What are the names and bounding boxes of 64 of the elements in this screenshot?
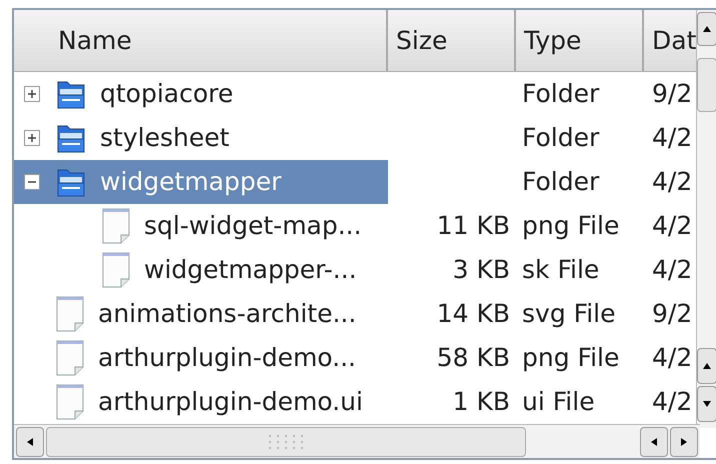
column-header[interactable]: Type bbox=[516, 10, 644, 72]
scroll-up-button[interactable] bbox=[697, 348, 716, 384]
file-name: arthurplugin-demo.ui bbox=[98, 386, 363, 418]
file-type: Folder bbox=[522, 122, 600, 154]
file-name: sql-widget-map... bbox=[144, 210, 362, 242]
modified-date: 4/2 bbox=[652, 122, 692, 154]
scroll-up-button[interactable] bbox=[697, 12, 716, 46]
document-icon bbox=[56, 384, 84, 420]
file-type: Folder bbox=[522, 166, 600, 198]
file-name: arthurplugin-demo... bbox=[98, 342, 356, 374]
file-type: png File bbox=[522, 210, 620, 242]
scroll-right-button[interactable] bbox=[670, 426, 698, 456]
grip-icon bbox=[266, 432, 306, 450]
modified-date: 4/2 bbox=[652, 210, 692, 242]
scrollbar-handle[interactable] bbox=[697, 58, 716, 112]
right-arrow-icon bbox=[680, 436, 688, 446]
file-name: animations-archite... bbox=[98, 298, 356, 330]
file-name: widgetmapper bbox=[100, 166, 282, 198]
tree-item[interactable]: widgetmapper-... bbox=[14, 248, 388, 292]
file-size: 14 KB bbox=[436, 298, 510, 330]
document-icon bbox=[102, 252, 130, 288]
document-icon bbox=[56, 340, 84, 376]
tree-item[interactable]: sql-widget-map... bbox=[14, 204, 388, 248]
column-header[interactable]: Name bbox=[14, 10, 388, 72]
modified-date: 9/2 bbox=[652, 78, 692, 110]
collapse-icon[interactable] bbox=[24, 174, 40, 190]
modified-date: 4/2 bbox=[652, 166, 692, 198]
expand-icon[interactable] bbox=[24, 86, 40, 102]
scroll-left-button[interactable] bbox=[640, 426, 668, 456]
column-header[interactable]: Dat bbox=[644, 10, 698, 72]
document-icon bbox=[56, 296, 84, 332]
file-type: sk File bbox=[522, 254, 600, 286]
expand-icon[interactable] bbox=[24, 130, 40, 146]
modified-date: 4/2 bbox=[652, 386, 692, 418]
tree-item[interactable]: widgetmapper bbox=[14, 160, 388, 204]
left-arrow-icon bbox=[26, 436, 34, 446]
modified-date: 9/2 bbox=[652, 298, 692, 330]
file-type: svg File bbox=[522, 298, 616, 330]
tree-item[interactable]: qtopiacore bbox=[14, 72, 388, 116]
file-size: 1 KB bbox=[452, 386, 510, 418]
tree-item[interactable]: arthurplugin-demo.ui bbox=[14, 380, 388, 424]
file-type: png File bbox=[522, 342, 620, 374]
up-arrow-icon bbox=[702, 362, 712, 370]
tree-item[interactable]: animations-archite... bbox=[14, 292, 388, 336]
tree-item[interactable]: arthurplugin-demo... bbox=[14, 336, 388, 380]
column-header[interactable]: Size bbox=[388, 10, 516, 72]
tree-item[interactable]: stylesheet bbox=[14, 116, 388, 160]
scroll-left-button[interactable] bbox=[16, 426, 44, 456]
scrollbar-handle[interactable] bbox=[46, 426, 526, 456]
file-size: 58 KB bbox=[436, 342, 510, 374]
scroll-down-button[interactable] bbox=[697, 386, 716, 422]
file-name: stylesheet bbox=[100, 122, 230, 154]
file-name: qtopiacore bbox=[100, 78, 234, 110]
file-size: 11 KB bbox=[436, 210, 510, 242]
file-size: 3 KB bbox=[452, 254, 510, 286]
file-name: widgetmapper-... bbox=[144, 254, 357, 286]
modified-date: 4/2 bbox=[652, 342, 692, 374]
left-arrow-icon bbox=[650, 436, 658, 446]
modified-date: 4/2 bbox=[652, 254, 692, 286]
up-arrow-icon bbox=[702, 25, 712, 33]
file-type: Folder bbox=[522, 78, 600, 110]
down-arrow-icon bbox=[702, 400, 712, 408]
document-icon bbox=[102, 208, 130, 244]
file-type: ui File bbox=[522, 386, 595, 418]
